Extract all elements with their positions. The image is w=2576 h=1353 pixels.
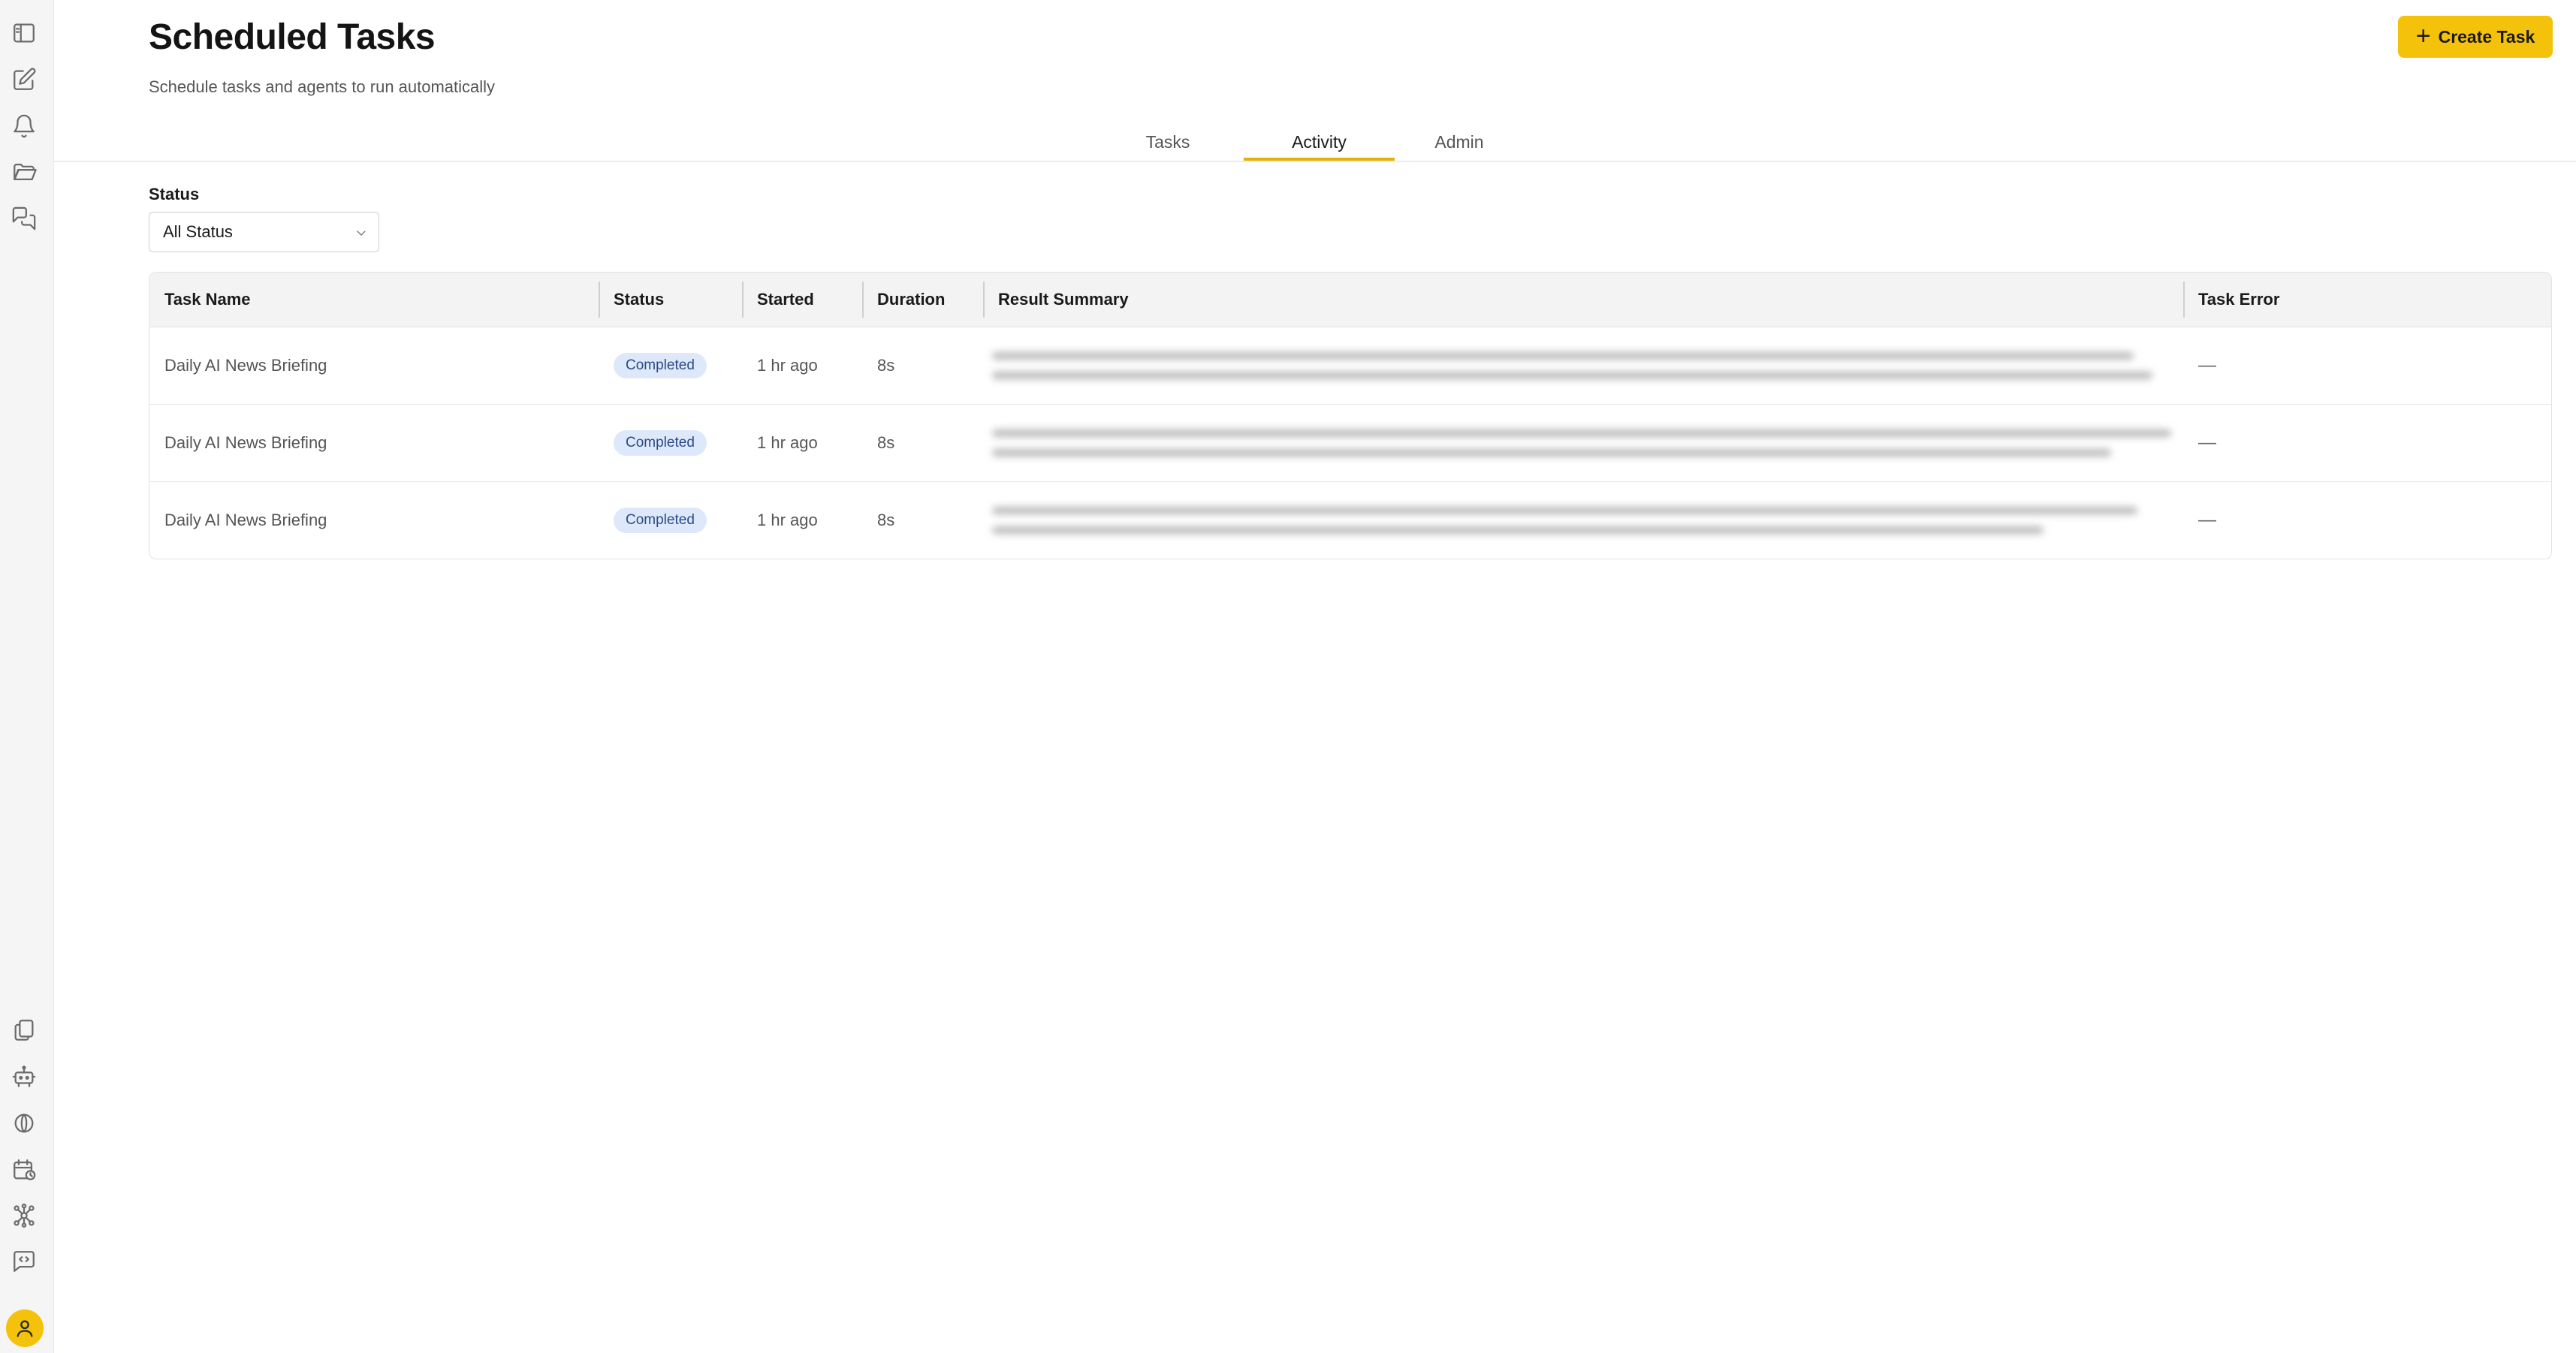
chat-icon[interactable] [10, 204, 38, 233]
chevron-down-icon [354, 224, 368, 238]
task-error-cell: — [2198, 354, 2216, 375]
duration-cell: 8s [877, 355, 895, 375]
robot-icon[interactable] [10, 1062, 38, 1091]
task-name-cell: Daily AI News Briefing [164, 355, 327, 375]
task-error-cell: — [2198, 509, 2216, 530]
started-cell: 1 hr ago [757, 355, 818, 375]
task-name-cell: Daily AI News Briefing [164, 432, 327, 452]
result-summary-redacted [992, 416, 2171, 470]
column-header-task-error[interactable]: Task Error [2183, 273, 2551, 327]
tab-admin[interactable]: Admin [1422, 123, 1497, 161]
table-row[interactable]: Daily AI News Briefing Completed 1 hr ag… [149, 327, 2551, 405]
page-subtitle: Schedule tasks and agents to run automat… [149, 77, 496, 96]
started-cell: 1 hr ago [757, 510, 818, 529]
status-filter-select[interactable]: All Status [149, 212, 379, 252]
status-cell: Completed [599, 481, 742, 559]
sidebar [0, 0, 54, 1353]
table-row[interactable]: Daily AI News Briefing Completed 1 hr ag… [149, 481, 2551, 559]
calendar-clock-icon[interactable] [10, 1156, 38, 1184]
task-name-cell: Daily AI News Briefing [164, 510, 327, 529]
task-error-cell: — [2198, 432, 2216, 453]
network-icon[interactable] [10, 1201, 38, 1230]
create-task-button[interactable]: + Create Task [2398, 16, 2553, 58]
bell-icon[interactable] [10, 112, 38, 140]
tabs-divider [53, 161, 2576, 162]
column-header-status[interactable]: Status [599, 273, 742, 327]
status-cell: Completed [599, 327, 742, 404]
plus-icon: + [2415, 21, 2431, 50]
column-header-task-name[interactable]: Task Name [149, 273, 599, 327]
duration-cell: 8s [877, 510, 895, 529]
table-header: Task Name Status Started Duration Result… [149, 273, 2551, 327]
status-badge: Completed [614, 352, 707, 378]
activity-table: Task Name Status Started Duration Result… [149, 272, 2552, 559]
page-title: Scheduled Tasks [149, 17, 436, 57]
duration-cell: 8s [877, 432, 895, 452]
column-header-result-summary[interactable]: Result Summary [983, 273, 2183, 327]
sidebar-toggle-icon[interactable] [10, 19, 38, 47]
result-summary-redacted [992, 493, 2171, 547]
column-header-duration[interactable]: Duration [862, 273, 983, 327]
status-cell: Completed [599, 404, 742, 481]
status-badge: Completed [614, 507, 707, 533]
tab-activity[interactable]: Activity [1244, 123, 1395, 161]
code-message-icon[interactable] [10, 1247, 38, 1276]
documents-icon[interactable] [10, 1016, 38, 1044]
user-icon [17, 1320, 33, 1337]
edit-icon[interactable] [10, 65, 38, 94]
create-task-label: Create Task [2438, 26, 2535, 47]
column-header-started[interactable]: Started [742, 273, 862, 327]
result-summary-redacted [992, 339, 2171, 393]
table-row[interactable]: Daily AI News Briefing Completed 1 hr ag… [149, 404, 2551, 482]
brain-icon[interactable] [10, 1109, 38, 1138]
avatar[interactable] [6, 1309, 44, 1347]
folder-icon[interactable] [10, 158, 38, 186]
status-filter-value: All Status [163, 222, 233, 241]
started-cell: 1 hr ago [757, 432, 818, 452]
status-filter-label: Status [149, 185, 200, 203]
status-badge: Completed [614, 429, 707, 456]
tab-tasks[interactable]: Tasks [1130, 123, 1205, 161]
